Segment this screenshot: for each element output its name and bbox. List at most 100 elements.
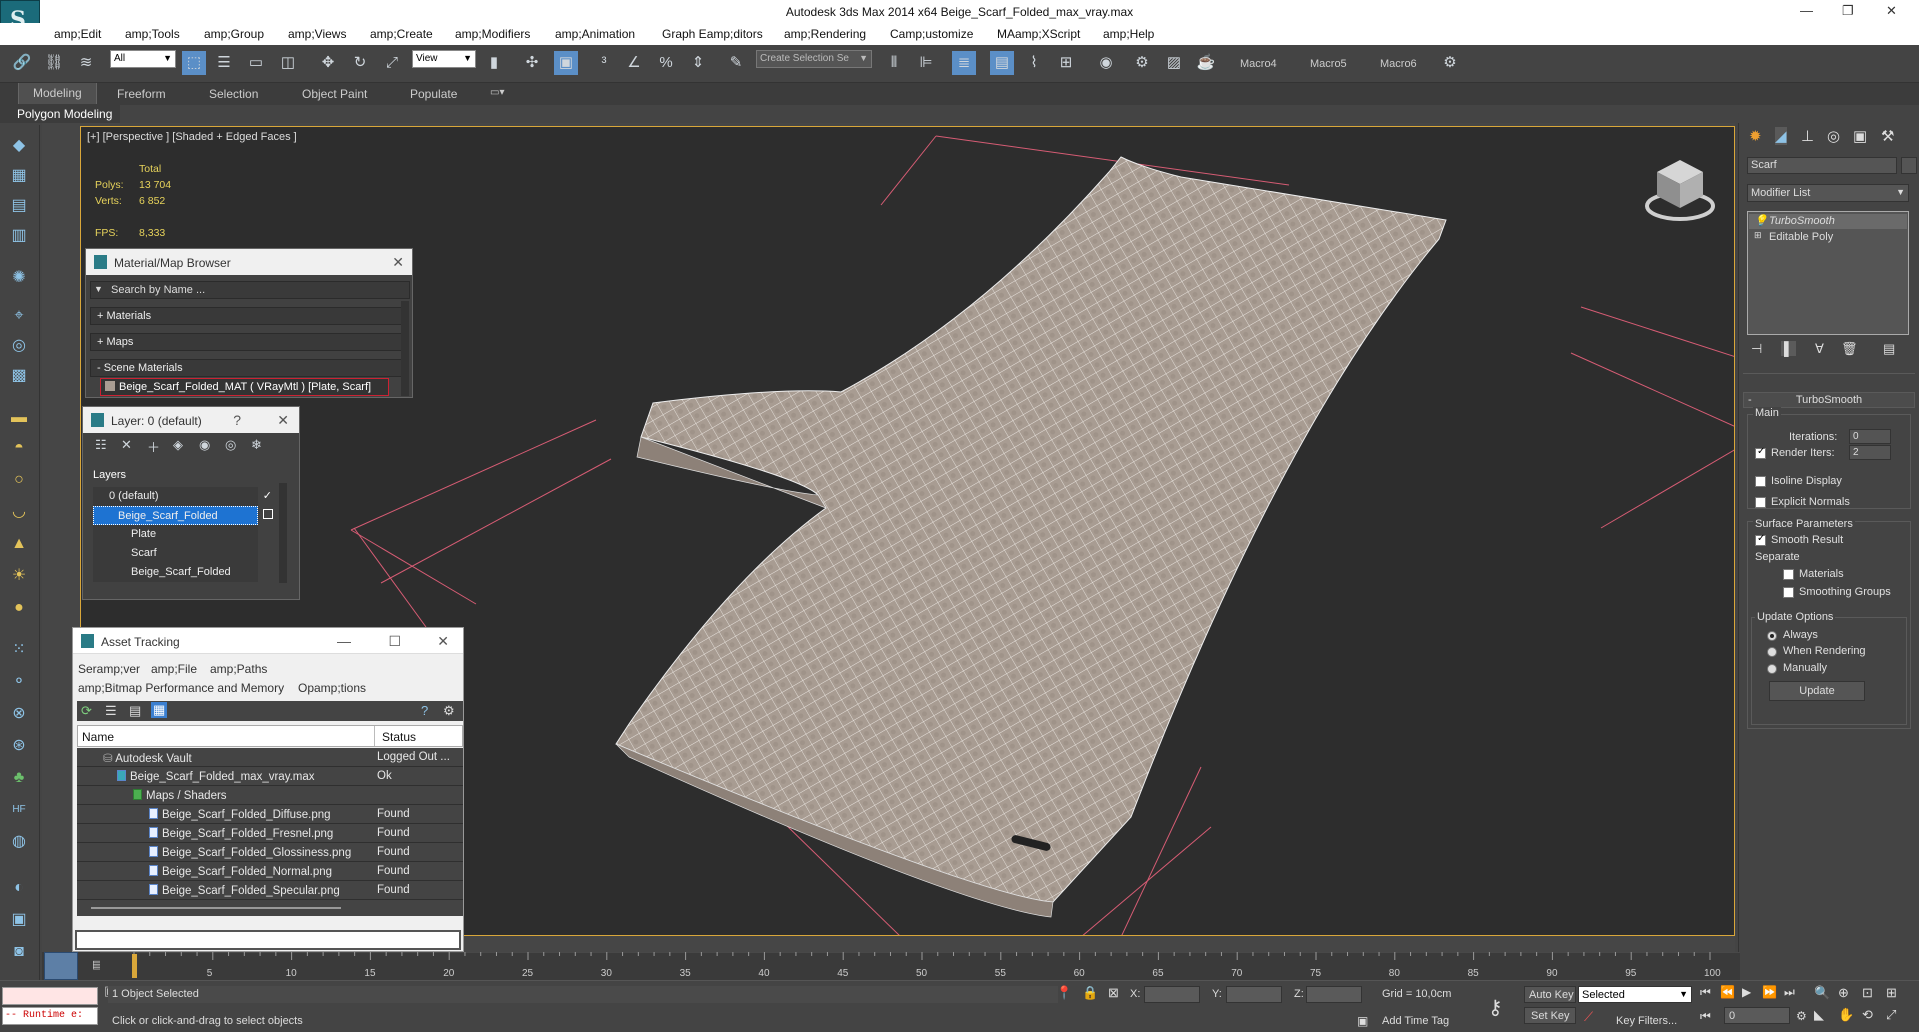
new-layer-icon[interactable]: ☷ — [95, 437, 107, 453]
smooth-result-checkbox[interactable] — [1755, 533, 1766, 546]
select-by-name-icon[interactable]: ☰ — [212, 51, 236, 75]
menu-modifiers[interactable]: amp;Modifiers — [455, 27, 530, 41]
help-icon[interactable]: ? — [421, 703, 428, 718]
tab-populate[interactable]: Populate — [410, 87, 457, 101]
table-view-icon[interactable]: ▦ — [151, 702, 168, 718]
time-config-icon[interactable]: ⚙ — [1796, 1009, 1807, 1023]
menu-animation[interactable]: amp;Animation — [555, 27, 635, 41]
menu-maxscript[interactable]: MAamp;XScript — [997, 27, 1080, 41]
sound-icon[interactable]: ◎ — [8, 335, 30, 357]
asset-menu-bitmap[interactable]: amp;Bitmap Performance and Memory — [78, 681, 284, 695]
plane-icon[interactable]: ▬ — [8, 407, 30, 429]
rectangular-region-icon[interactable]: ▭ — [244, 51, 268, 75]
cloth-icon[interactable]: ◍ — [8, 831, 30, 853]
modifier-list-dropdown[interactable]: Modifier List ▼ — [1747, 184, 1909, 202]
layer-row-plate[interactable]: Plate — [93, 525, 258, 544]
list-icon[interactable]: ▤ — [8, 195, 30, 217]
orbit-icon[interactable]: ⟲ — [1862, 1007, 1873, 1023]
z-coordinate-field[interactable] — [1306, 986, 1362, 1003]
next-frame-icon[interactable]: ⏩ — [1762, 985, 1777, 999]
tab-object-paint[interactable]: Object Paint — [302, 87, 367, 101]
x-coordinate-field[interactable] — [1144, 986, 1200, 1003]
when-rendering-radio[interactable] — [1767, 647, 1777, 657]
layer-row-beige-scarf[interactable]: Beige_Scarf_Folded — [93, 506, 273, 525]
details-view-icon[interactable]: ▤ — [129, 703, 141, 719]
render-sphere-icon[interactable]: ◐ — [8, 877, 30, 899]
layer-manager-icon[interactable]: ≣ — [952, 51, 976, 75]
render-production-icon[interactable]: ☕ — [1194, 51, 1218, 75]
add-time-tag-button[interactable]: Add Time Tag — [1382, 1015, 1449, 1027]
stack-item-editable-poly[interactable]: ⊞ Editable Poly — [1749, 230, 1907, 245]
keyboard-shortcut-override-icon[interactable]: ▣ — [554, 51, 578, 75]
move-icon[interactable]: ✥ — [316, 51, 340, 75]
rendered-frame-window-icon[interactable]: ▨ — [1162, 51, 1186, 75]
layer-row-default[interactable]: 0 (default) ✓ — [93, 487, 272, 506]
material-editor-icon[interactable]: ◉ — [1094, 51, 1118, 75]
menu-create[interactable]: amp;Create — [370, 27, 433, 41]
minimize-icon[interactable]: — — [337, 633, 351, 649]
field-of-view-icon[interactable]: ◣ — [1814, 1007, 1824, 1023]
asset-row-diffuse[interactable]: Beige_Scarf_Folded_Diffuse.png Found — [77, 805, 463, 824]
object-color-swatch[interactable] — [1901, 157, 1917, 174]
update-button[interactable]: Update — [1769, 681, 1865, 701]
display-tab-icon[interactable]: ▣ — [1853, 127, 1867, 145]
tab-selection[interactable]: Selection — [209, 87, 258, 101]
spinner-snap-icon[interactable]: ⇕ — [686, 51, 710, 75]
viewport-label[interactable]: [+] [Perspective ] [Shaded + Edged Faces… — [87, 131, 297, 143]
help-button[interactable]: ? — [233, 412, 241, 428]
y-coordinate-field[interactable] — [1226, 986, 1282, 1003]
maxscript-listener-top[interactable] — [2, 987, 98, 1005]
time-slider-thumb-icon[interactable] — [44, 952, 78, 980]
maximize-viewport-icon[interactable]: ⤢ — [1886, 1007, 1896, 1023]
curve-editor-icon[interactable]: ⌇ — [1022, 51, 1046, 75]
grid-icon[interactable]: ▥ — [8, 225, 30, 247]
play-icon[interactable]: ▶ — [1742, 985, 1751, 999]
select-manipulate-icon[interactable]: ✣ — [520, 51, 544, 75]
zoom-extents-all-icon[interactable]: ⊞ — [1886, 985, 1897, 1001]
modify-tab-icon[interactable]: ◢ — [1775, 127, 1787, 145]
bind-space-warp-icon[interactable]: ≋ — [74, 51, 98, 75]
named-selection-dropdown[interactable]: Create Selection Se ▼ — [756, 50, 872, 68]
layer-row-scarf[interactable]: Scarf — [93, 544, 258, 563]
percent-snap-icon[interactable]: % — [654, 51, 678, 75]
key-mode-dropdown[interactable]: Selected ▼ — [1578, 986, 1692, 1003]
key-mode-toggle-icon[interactable]: ⏮ — [1700, 1009, 1711, 1024]
pin-stack-icon[interactable]: ⊣ — [1751, 341, 1762, 357]
zoom-icon[interactable]: 🔍 — [1814, 985, 1830, 1001]
maps-section[interactable]: + Maps — [90, 333, 402, 351]
globe-icon[interactable]: ⊛ — [8, 735, 30, 757]
asset-menu-paths[interactable]: amp;Paths — [210, 662, 267, 676]
motion-tab-icon[interactable]: ◎ — [1827, 127, 1840, 145]
render-iters-checkbox[interactable] — [1755, 446, 1766, 459]
smoothing-groups-checkbox[interactable] — [1783, 587, 1794, 598]
current-frame-marker[interactable] — [132, 954, 137, 978]
column-status[interactable]: Status — [382, 730, 416, 744]
asset-menu-options[interactable]: Opamp;tions — [298, 681, 366, 695]
refresh-icon[interactable]: ⟳ — [81, 703, 92, 719]
camera-icon[interactable]: ⌖ — [8, 305, 30, 327]
freeze-all-layers-icon[interactable]: ❄ — [251, 437, 262, 453]
set-key-button[interactable]: Set Key — [1524, 1007, 1576, 1024]
close-icon[interactable]: ✕ — [277, 412, 289, 429]
select-layer-objects-icon[interactable]: ◈ — [173, 437, 183, 453]
prev-frame-icon[interactable]: ⏪ — [1720, 985, 1735, 999]
reference-coordinate-dropdown[interactable]: View ▼ — [412, 50, 476, 68]
align-icon[interactable]: ⊫ — [914, 51, 938, 75]
unlink-icon[interactable]: ⛓ — [42, 51, 66, 75]
add-to-layer-icon[interactable]: ＋ — [147, 437, 160, 456]
delete-layer-icon[interactable]: ✕ — [121, 437, 132, 453]
key-filters-button[interactable]: Key Filters... — [1616, 1015, 1677, 1027]
auto-key-button[interactable]: Auto Key — [1524, 986, 1576, 1003]
material-browser-scrollbar[interactable] — [401, 301, 409, 396]
remove-modifier-icon[interactable]: 🗑 — [1841, 341, 1858, 357]
menu-help[interactable]: amp;Help — [1103, 27, 1154, 41]
layer-row-beige-scarf-folded[interactable]: Beige_Scarf_Folded — [93, 563, 258, 582]
time-tag-icon[interactable]: ▣ — [1357, 1014, 1368, 1028]
dome-icon[interactable]: ◓ — [8, 437, 30, 459]
mirror-icon[interactable]: ⫴ — [882, 51, 906, 75]
scale-icon[interactable]: ⤢ — [380, 51, 404, 75]
zoom-extents-icon[interactable]: ⊡ — [1862, 985, 1873, 1001]
disc-icon[interactable]: ● — [8, 597, 30, 619]
always-radio[interactable] — [1767, 631, 1777, 641]
turbosmooth-rollout-header[interactable]: - TurboSmooth — [1743, 392, 1915, 408]
